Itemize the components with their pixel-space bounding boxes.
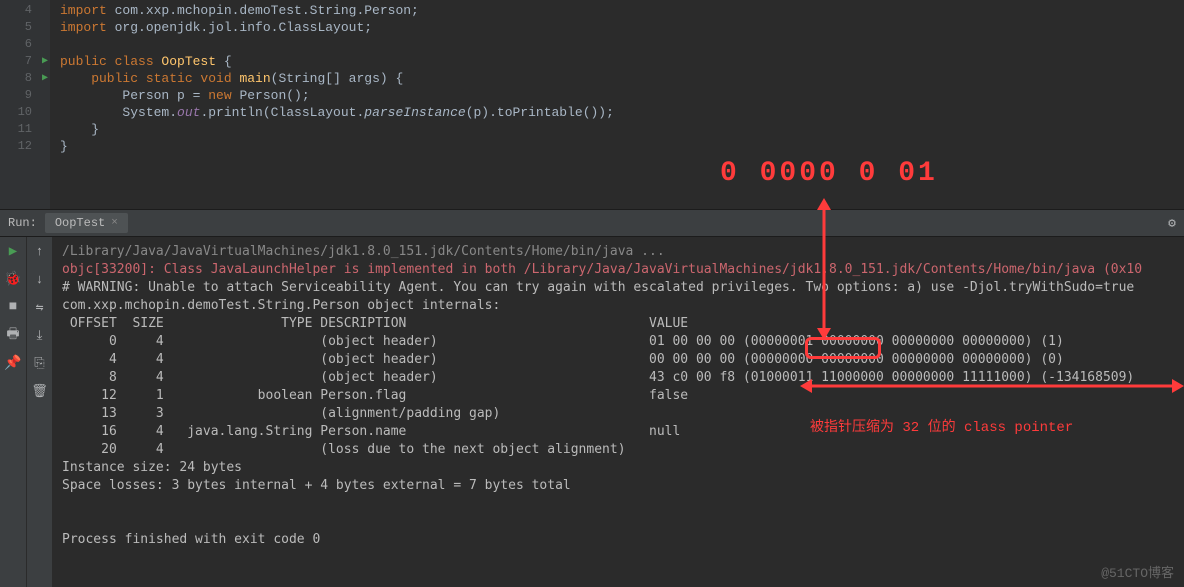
console-line: 16 4 java.lang.String Person.name null [62,424,680,439]
run-toolbar-outer: ▶ 🐞 ■ 🖶 📌 [0,237,26,587]
pin-icon[interactable]: 📌 [5,355,21,371]
gear-icon[interactable]: ⚙ [1168,216,1176,231]
method-name: main [239,71,270,86]
console-line: /Library/Java/JavaVirtualMachines/jdk1.8… [62,244,665,259]
print-icon[interactable]: 🖶 [5,327,21,343]
run-body: ▶ 🐞 ■ 🖶 📌 ↑ ↓ ⇋ ⤓ ⎘ 🗑 /Library/Java/Java… [0,237,1184,587]
watermark: @51CTO博客 [1101,562,1174,581]
run-header: Run: OopTest × ⚙ [0,210,1184,237]
code-text: } [60,122,99,137]
keyword: new [208,88,231,103]
close-icon[interactable]: × [111,217,118,229]
console-output[interactable]: /Library/Java/JavaVirtualMachines/jdk1.8… [52,237,1184,587]
run-toolbar-inner: ↑ ↓ ⇋ ⤓ ⎘ 🗑 [26,237,52,587]
code-text: (p).toPrintable()); [466,105,614,120]
code-text: { [216,54,232,69]
annotation-highlight-box [805,337,881,359]
field: out [177,105,200,120]
code-text: org.openjdk.jol.info.ClassLayout; [107,20,372,35]
annotation-bits: 0 0000 0 01 [720,158,938,189]
code-text: (String[] args) { [271,71,404,86]
class-name: OopTest [161,54,216,69]
code-text: System. [60,105,177,120]
export-icon[interactable]: ⎘ [32,355,48,371]
line-num[interactable]: 8 [0,70,50,87]
console-line: 20 4 (loss due to the next object alignm… [62,442,626,457]
run-tab[interactable]: OopTest × [45,213,128,233]
line-num: 6 [0,36,50,53]
static-call: parseInstance [364,105,465,120]
line-num: 4 [0,2,50,19]
keyword: import [60,3,107,18]
code-text: .println(ClassLayout. [200,105,364,120]
console-line: 12 1 boolean Person.flag false [62,388,688,403]
keyword: public static void [60,71,239,86]
wrap-icon[interactable]: ⇋ [32,299,48,315]
console-line: OFFSET SIZE TYPE DESCRIPTION VALUE [62,316,688,331]
line-gutter: 4 5 6 7 8 9 10 11 12 [0,0,50,209]
scroll-icon[interactable]: ⤓ [32,327,48,343]
code-editor[interactable]: import com.xxp.mchopin.demoTest.String.P… [50,0,1184,209]
trash-icon[interactable]: 🗑 [32,383,48,399]
console-line: Process finished with exit code 0 [62,532,320,547]
code-text: } [60,139,68,154]
run-tab-title: OopTest [55,216,105,230]
annotation-arrow-down [814,198,834,344]
bug-icon[interactable]: 🐞 [5,271,21,287]
console-line: 0 4 (object header) 01 00 00 00 (0000000… [62,334,1064,349]
annotation-label: 被指针压缩为 32 位的 class pointer [810,416,1073,436]
code-text: Person(); [232,88,310,103]
stop-icon[interactable]: ■ [5,299,21,315]
up-arrow-icon[interactable]: ↑ [32,243,48,259]
rerun-icon[interactable]: ▶ [5,243,21,259]
console-line: 13 3 (alignment/padding gap) [62,406,641,421]
console-line: Space losses: 3 bytes internal + 4 bytes… [62,478,571,493]
annotation-arrow-right [800,376,1184,400]
code-text: com.xxp.mchopin.demoTest.String.Person; [107,3,419,18]
line-num: 9 [0,87,50,104]
console-line: objc[33200]: Class JavaLaunchHelper is i… [62,262,1142,277]
line-num: 11 [0,121,50,138]
line-num[interactable]: 7 [0,53,50,70]
keyword: import [60,20,107,35]
line-num: 12 [0,138,50,155]
down-arrow-icon[interactable]: ↓ [32,271,48,287]
line-num: 10 [0,104,50,121]
run-label: Run: [8,216,37,230]
editor-area: 4 5 6 7 8 9 10 11 12 import com.xxp.mcho… [0,0,1184,210]
console-line: # WARNING: Unable to attach Serviceabili… [62,280,1134,295]
line-num: 5 [0,19,50,36]
console-line: com.xxp.mchopin.demoTest.String.Person o… [62,298,500,313]
console-line: 4 4 (object header) 00 00 00 00 (0000000… [62,352,1064,367]
code-text: Person p = [60,88,208,103]
keyword: public class [60,54,161,69]
console-line: Instance size: 24 bytes [62,460,242,475]
